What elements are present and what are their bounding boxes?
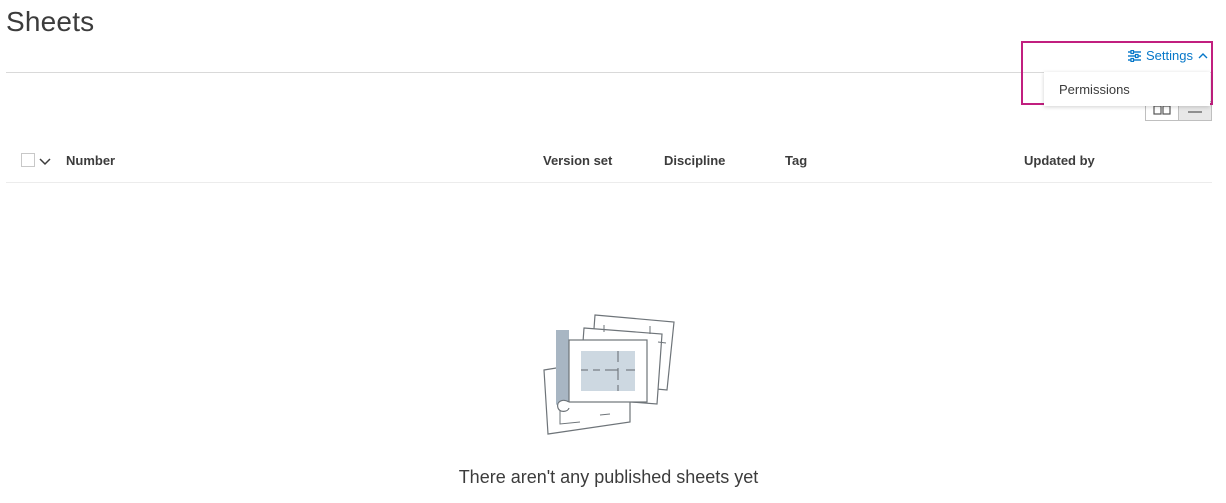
- chevron-down-icon[interactable]: [39, 154, 51, 169]
- select-all-checkbox[interactable]: [21, 153, 35, 167]
- column-header-tag[interactable]: Tag: [785, 153, 807, 168]
- column-header-number[interactable]: Number: [66, 153, 115, 168]
- empty-sheets-illustration: [540, 312, 680, 442]
- sliders-icon: [1128, 49, 1142, 62]
- settings-dropdown: Permissions: [1044, 72, 1210, 106]
- settings-label: Settings: [1146, 48, 1193, 63]
- page-title: Sheets: [6, 6, 95, 37]
- column-header-updated-by[interactable]: Updated by: [1024, 153, 1095, 168]
- table-header: Number Version set Discipline Tag Update…: [6, 142, 1212, 183]
- empty-state-message: There aren't any published sheets yet: [458, 467, 759, 487]
- settings-button[interactable]: Settings: [1128, 48, 1208, 63]
- menu-item-permissions[interactable]: Permissions: [1059, 82, 1130, 97]
- chevron-up-icon: [1198, 52, 1208, 60]
- column-header-discipline[interactable]: Discipline: [664, 153, 725, 168]
- header-divider: [6, 72, 1212, 73]
- column-header-version-set[interactable]: Version set: [543, 153, 612, 168]
